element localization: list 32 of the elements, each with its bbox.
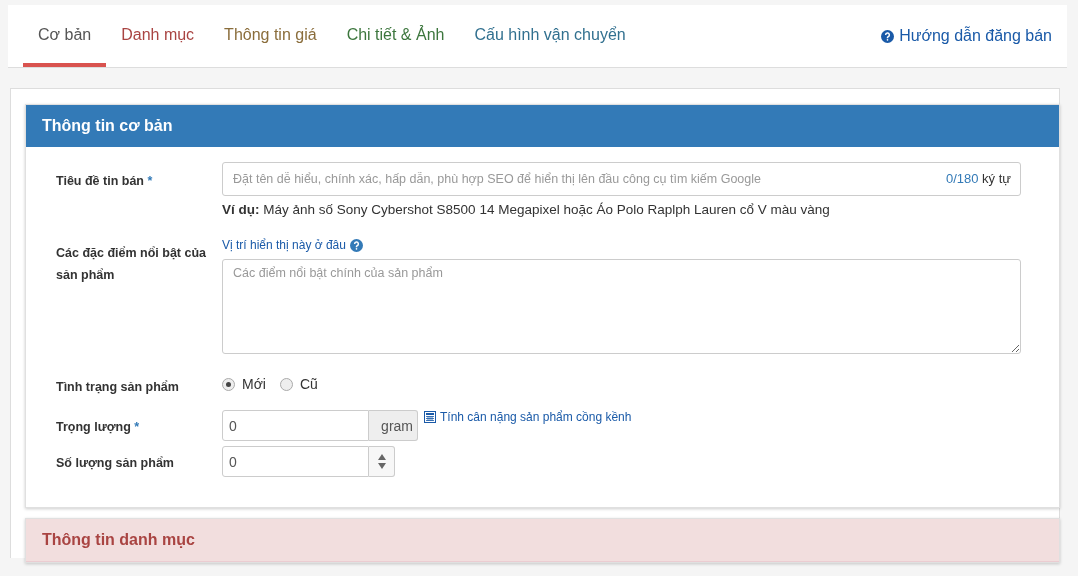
- panel-title: Thông tin danh mục: [26, 519, 1059, 562]
- panel-title: Thông tin cơ bản: [26, 105, 1059, 147]
- calculator-link[interactable]: Tính cân nặng sản phẩm cồng kềnh: [424, 410, 632, 424]
- field-label: Trọng lượng: [56, 420, 131, 434]
- example-text: Ví dụ: Máy ảnh số Sony Cybershot S8500 14 Megapixel hoặc Áo Polo Raplph Lauren cổ V màu vàng: [222, 202, 831, 217]
- field-label: Số lượng sản phẩm: [56, 455, 175, 472]
- help-icon: [349, 238, 363, 252]
- weight-field[interactable]: 0: [222, 410, 369, 441]
- down-arrow-icon[interactable]: [377, 463, 386, 470]
- up-arrow-icon[interactable]: [377, 453, 386, 460]
- highlights-field[interactable]: Các điểm nổi bật chính của sản phẩm: [222, 259, 1021, 354]
- tab[interactable]: Chi tiết & Ảnh: [331, 5, 460, 67]
- field-label: Các đặc điểm nổi bật của sản phẩm: [56, 245, 208, 284]
- radio-label[interactable]: Cũ: [299, 376, 318, 392]
- quantity-field[interactable]: 0: [222, 446, 369, 477]
- radio-button[interactable]: [222, 377, 235, 391]
- field-label: Tình trạng sản phẩm: [56, 379, 180, 396]
- unit-addon: gram: [369, 410, 418, 441]
- tab[interactable]: Danh mục: [106, 5, 210, 67]
- info-link[interactable]: Vị trí hiển thị này ở đâu: [222, 238, 363, 252]
- required-mark: *: [147, 174, 153, 188]
- character-counter: 0/180 ký tự: [945, 171, 1011, 186]
- radio-label[interactable]: Mới: [242, 376, 266, 392]
- tab[interactable]: Cơ bản: [23, 5, 107, 67]
- tab[interactable]: Thông tin giá: [209, 5, 332, 67]
- field-label: Tiêu đề tin bán: [56, 174, 144, 188]
- calculator-icon: [424, 411, 436, 423]
- radio-button[interactable]: [279, 377, 293, 391]
- required-mark: *: [134, 420, 140, 434]
- tab[interactable]: Cấu hình vận chuyển: [459, 5, 641, 67]
- help-link[interactable]: Hướng dẫn đăng bán: [881, 27, 1052, 45]
- help-icon: [881, 29, 895, 43]
